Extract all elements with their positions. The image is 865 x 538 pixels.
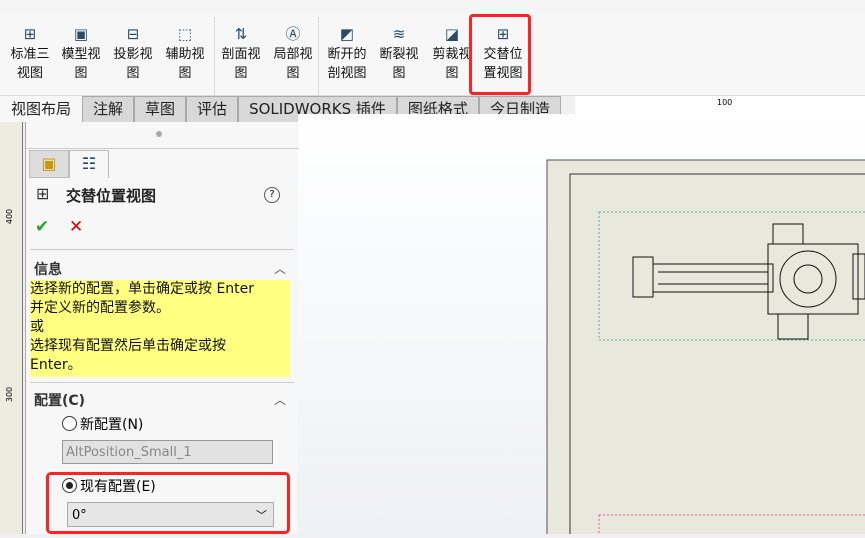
button-label: 剪裁视 xyxy=(432,47,472,62)
tab-0[interactable]: 视图布局 xyxy=(0,96,83,122)
button-label: 图 xyxy=(392,66,406,81)
ruler-label: 400 xyxy=(5,208,15,225)
divider xyxy=(318,17,319,95)
button-label: 图 xyxy=(74,66,88,81)
ribbon-button-section-view[interactable]: ⇅ 剖面视图 xyxy=(215,25,267,83)
ribbon-button-model-view[interactable]: ▣ 模型视图 xyxy=(55,25,107,83)
new-config-label: 新配置(N) xyxy=(80,417,144,433)
info-line: 并定义新的配置参数。 xyxy=(30,300,170,316)
top-ruler: 100 xyxy=(575,96,865,115)
break-view-icon: ≋ xyxy=(392,25,406,43)
property-manager: ▣ ☷ ⊞ 交替位置视图 ? ✔ ✕ 信息 ︿ 选择新的配置，单击确定或按 En… xyxy=(25,122,299,534)
info-line: 或 xyxy=(30,319,44,335)
button-label: 图 xyxy=(286,66,300,81)
detail-view-icon: Ⓐ xyxy=(285,25,301,43)
config-section-header[interactable]: 配置(C) xyxy=(34,390,85,410)
panel-title: 交替位置视图 xyxy=(66,187,157,205)
tab-feature-manager[interactable]: ▣ xyxy=(29,150,69,178)
button-label: 断裂视 xyxy=(379,47,419,62)
collapse-chevron-icon[interactable]: ︿ xyxy=(274,260,286,277)
highlight-box xyxy=(469,14,531,95)
feature-tree-icon: ▣ xyxy=(41,154,57,173)
drawing-canvas[interactable] xyxy=(298,114,865,538)
section-view-icon: ⇅ xyxy=(234,25,248,43)
broken-out-section-icon: ◩ xyxy=(339,25,355,43)
radio-icon xyxy=(62,416,77,431)
button-label: 辅助视 xyxy=(165,47,205,62)
quick-access-toolbar xyxy=(0,0,865,14)
button-label: 图 xyxy=(126,66,140,81)
ribbon-button-detail-view[interactable]: Ⓐ 局部视图 xyxy=(267,25,319,83)
property-list-icon: ☷ xyxy=(81,154,97,173)
drawing-sheet[interactable] xyxy=(298,114,865,538)
ribbon: ⊞ 标准三视图 ▣ 模型视图 ⊟ 投影视图 ⬚ 辅助视图 ⇅ 剖面视图 Ⓐ 局部视图 ◩ 断开的剖视图 ≋ 断… xyxy=(0,13,865,96)
button-label: 标准三 xyxy=(10,47,50,62)
standard-3-view-icon: ⊞ xyxy=(23,25,37,43)
new-config-radio[interactable]: 新配置(N) xyxy=(62,414,143,434)
cancel-x-icon[interactable]: ✕ xyxy=(69,217,83,237)
button-label: 投影视 xyxy=(113,47,153,62)
ruler-label: 300 xyxy=(5,386,15,403)
button-label: 图 xyxy=(178,66,192,81)
ok-check-icon[interactable]: ✔ xyxy=(35,217,49,237)
divider xyxy=(214,17,215,95)
tab-2[interactable]: 草图 xyxy=(134,96,187,122)
splitter-handle[interactable] xyxy=(156,131,162,137)
tab-3[interactable]: 评估 xyxy=(186,96,239,122)
alternate-position-view-icon: ⊞ xyxy=(36,184,50,203)
projected-view-icon: ⊟ xyxy=(126,25,140,43)
button-label: 模型视 xyxy=(61,47,101,62)
ribbon-button-broken-out-section[interactable]: ◩ 断开的剖视图 xyxy=(321,25,373,83)
ruler-label: 100 xyxy=(717,98,733,107)
info-line: Enter。 xyxy=(30,357,82,373)
highlight-box xyxy=(46,472,290,534)
button-label: 断开的 xyxy=(327,47,367,62)
button-label: 剖视图 xyxy=(327,66,367,81)
left-ruler: 400 300 xyxy=(0,122,23,534)
ribbon-button-break-view[interactable]: ≋ 断裂视图 xyxy=(373,25,425,83)
ribbon-button-projected-view[interactable]: ⊟ 投影视图 xyxy=(107,25,159,83)
info-line: 选择现有配置然后单击确定或按 xyxy=(30,338,226,354)
info-message: 选择新的配置，单击确定或按 Enter 并定义新的配置参数。或选择现有配置然后单击… xyxy=(30,280,290,377)
button-label: 局部视 xyxy=(273,47,313,62)
button-label: 剖面视 xyxy=(221,47,261,62)
new-config-name-input[interactable]: AltPosition_Small_1 xyxy=(62,440,273,464)
model-view-icon: ▣ xyxy=(73,25,89,43)
button-label: 图 xyxy=(445,66,459,81)
info-line: 选择新的配置，单击确定或按 Enter xyxy=(30,281,255,297)
ribbon-button-auxiliary-view[interactable]: ⬚ 辅助视图 xyxy=(159,25,211,83)
info-section-header[interactable]: 信息 xyxy=(34,259,62,279)
button-label: 图 xyxy=(234,66,248,81)
auxiliary-view-icon: ⬚ xyxy=(177,25,193,43)
tab-property-manager[interactable]: ☷ xyxy=(69,150,109,178)
collapse-chevron-icon[interactable]: ︿ xyxy=(274,391,286,408)
tab-1[interactable]: 注解 xyxy=(82,96,135,122)
button-label: 视图 xyxy=(16,66,43,81)
ribbon-button-standard-3-view[interactable]: ⊞ 标准三视图 xyxy=(4,25,56,83)
help-icon[interactable]: ? xyxy=(264,187,280,203)
